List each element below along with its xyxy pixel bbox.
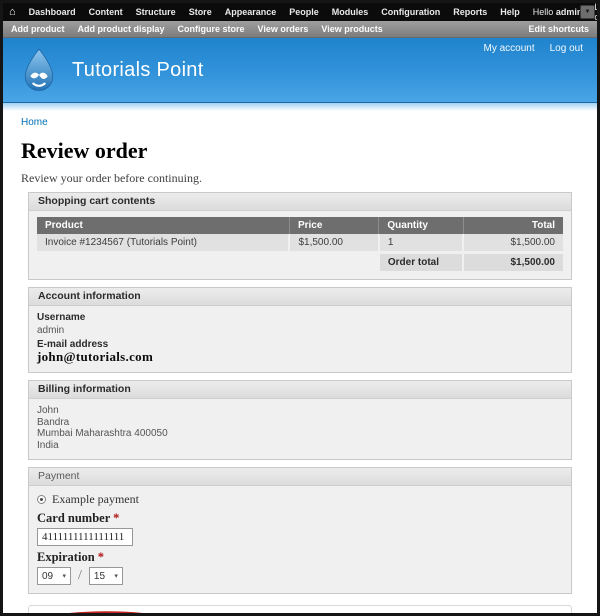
cart-legend: Shopping cart contents (29, 193, 571, 211)
shortcut-view-products[interactable]: View products (321, 24, 382, 34)
billing-name: John (37, 405, 59, 416)
account-legend: Account information (29, 288, 571, 306)
col-quantity: Quantity (378, 217, 464, 234)
expiry-month-select[interactable]: 09 ▾ (37, 567, 71, 585)
greeting-text: Hello admin (532, 7, 583, 17)
cell-price: $1,500.00 (289, 234, 380, 253)
required-marker: * (113, 511, 120, 525)
col-product: Product (37, 217, 290, 234)
breadcrumb-home-link[interactable]: Home (21, 117, 48, 128)
main-content: Home Review order Review your order befo… (3, 117, 597, 613)
cart-header-row: Product Price Quantity Total (37, 217, 563, 234)
example-payment-radio[interactable] (37, 495, 46, 504)
order-total-row: Order total $1,500.00 (37, 251, 563, 271)
expiry-year-value: 15 (93, 570, 106, 582)
cell-total: $1,500.00 (463, 234, 563, 253)
expiration-label: Expiration * (37, 550, 105, 564)
required-marker: * (97, 550, 105, 564)
page-title: Review order (21, 138, 148, 163)
admin-menu-configuration[interactable]: Configuration (381, 7, 440, 17)
admin-menu-appearance[interactable]: Appearance (225, 7, 277, 17)
chevron-down-icon: ▼ (584, 9, 591, 15)
billing-city: Mumbai Maharashtra 400050 (37, 428, 168, 439)
admin-menu-modules[interactable]: Modules (332, 7, 369, 17)
drupal-logo-icon[interactable] (19, 48, 59, 93)
admin-menu-reports[interactable]: Reports (453, 7, 487, 17)
admin-menu-dashboard[interactable]: Dashboard (29, 7, 76, 17)
toolbar-toggle-button[interactable]: ▼ (580, 5, 595, 19)
expiry-separator: / (78, 568, 82, 583)
form-actions: Continue to next step or Go back (28, 605, 572, 613)
chevron-down-icon: ▾ (114, 572, 118, 580)
payment-legend: Payment (29, 468, 571, 486)
expiry-year-select[interactable]: 15 ▾ (88, 567, 123, 585)
shortcut-add-product[interactable]: Add product (11, 24, 65, 34)
payment-method-row: Example payment (37, 492, 563, 507)
cart-table: Product Price Quantity Total Invoice #12… (37, 217, 563, 271)
billing-country: India (37, 439, 59, 451)
toolbar-logout-link[interactable]: Log out (594, 3, 597, 22)
account-body: Username admin E-mail address john@tutor… (29, 306, 571, 372)
shortcut-add-product-display[interactable]: Add product display (78, 24, 165, 34)
cart-item-row: Invoice #1234567 (Tutorials Point) $1,50… (37, 234, 563, 253)
chevron-down-icon: ▾ (62, 572, 66, 580)
email-value: john@tutorials.com (37, 349, 154, 364)
payment-section: Payment Example payment Card number * Ex… (28, 467, 572, 594)
admin-menu-content[interactable]: Content (89, 7, 123, 17)
billing-legend: Billing information (29, 381, 571, 399)
red-circle-annotation (69, 611, 143, 613)
payment-body: Example payment Card number * Expiration… (29, 486, 571, 593)
admin-menu-store[interactable]: Store (189, 7, 212, 17)
breadcrumb: Home (21, 117, 579, 129)
site-name[interactable]: Tutorials Point (72, 59, 204, 82)
greeting-username: admin (555, 7, 583, 17)
header-fade-strip (3, 102, 597, 111)
shortcut-bar: Add product Add product display Configur… (3, 21, 597, 38)
home-icon[interactable]: ⌂ (9, 6, 16, 18)
shortcut-view-orders[interactable]: View orders (258, 24, 309, 34)
admin-menu-people[interactable]: People (289, 7, 319, 17)
expiration-row: 09 ▾ / 15 ▾ (37, 567, 563, 585)
card-number-input[interactable] (37, 528, 133, 546)
cart-body: Product Price Quantity Total Invoice #12… (29, 211, 571, 279)
expiry-month-value: 09 (42, 570, 54, 582)
admin-menu: Dashboard Content Structure Store Appear… (29, 7, 520, 17)
order-total-label: Order total (378, 251, 465, 271)
account-section: Account information Username admin E-mai… (28, 287, 572, 373)
admin-toolbar: ⌂ Dashboard Content Structure Store Appe… (3, 3, 597, 22)
col-total: Total (463, 217, 563, 234)
site-header: My account Log out Tutorials Point (3, 38, 597, 102)
empty-cell (289, 251, 380, 271)
intro-text: Review your order before continuing. (21, 171, 202, 185)
empty-cell (37, 251, 291, 271)
drupal-admin-page: ⌂ Dashboard Content Structure Store Appe… (0, 0, 600, 616)
edit-shortcuts-link[interactable]: Edit shortcuts (528, 24, 589, 34)
my-account-link[interactable]: My account (483, 43, 534, 54)
admin-menu-structure[interactable]: Structure (136, 7, 176, 17)
order-total-value: $1,500.00 (463, 251, 563, 271)
col-price: Price (289, 217, 380, 234)
card-number-label: Card number * (37, 511, 120, 525)
billing-street: Bandra (37, 416, 70, 428)
billing-body: John Bandra Mumbai Maharashtra 400050 In… (29, 399, 571, 459)
admin-menu-help[interactable]: Help (500, 7, 520, 17)
header-logout-link[interactable]: Log out (550, 43, 583, 54)
header-user-links: My account Log out (483, 43, 583, 54)
username-value: admin (37, 325, 65, 336)
cart-section: Shopping cart contents Product Price Qua… (28, 192, 572, 280)
username-label: Username (37, 312, 86, 323)
cell-quantity: 1 (378, 234, 465, 253)
payment-method-label: Example payment (52, 492, 139, 506)
billing-section: Billing information John Bandra Mumbai M… (28, 380, 572, 460)
cell-product: Invoice #1234567 (Tutorials Point) (37, 234, 291, 253)
shortcut-configure-store[interactable]: Configure store (178, 24, 245, 34)
